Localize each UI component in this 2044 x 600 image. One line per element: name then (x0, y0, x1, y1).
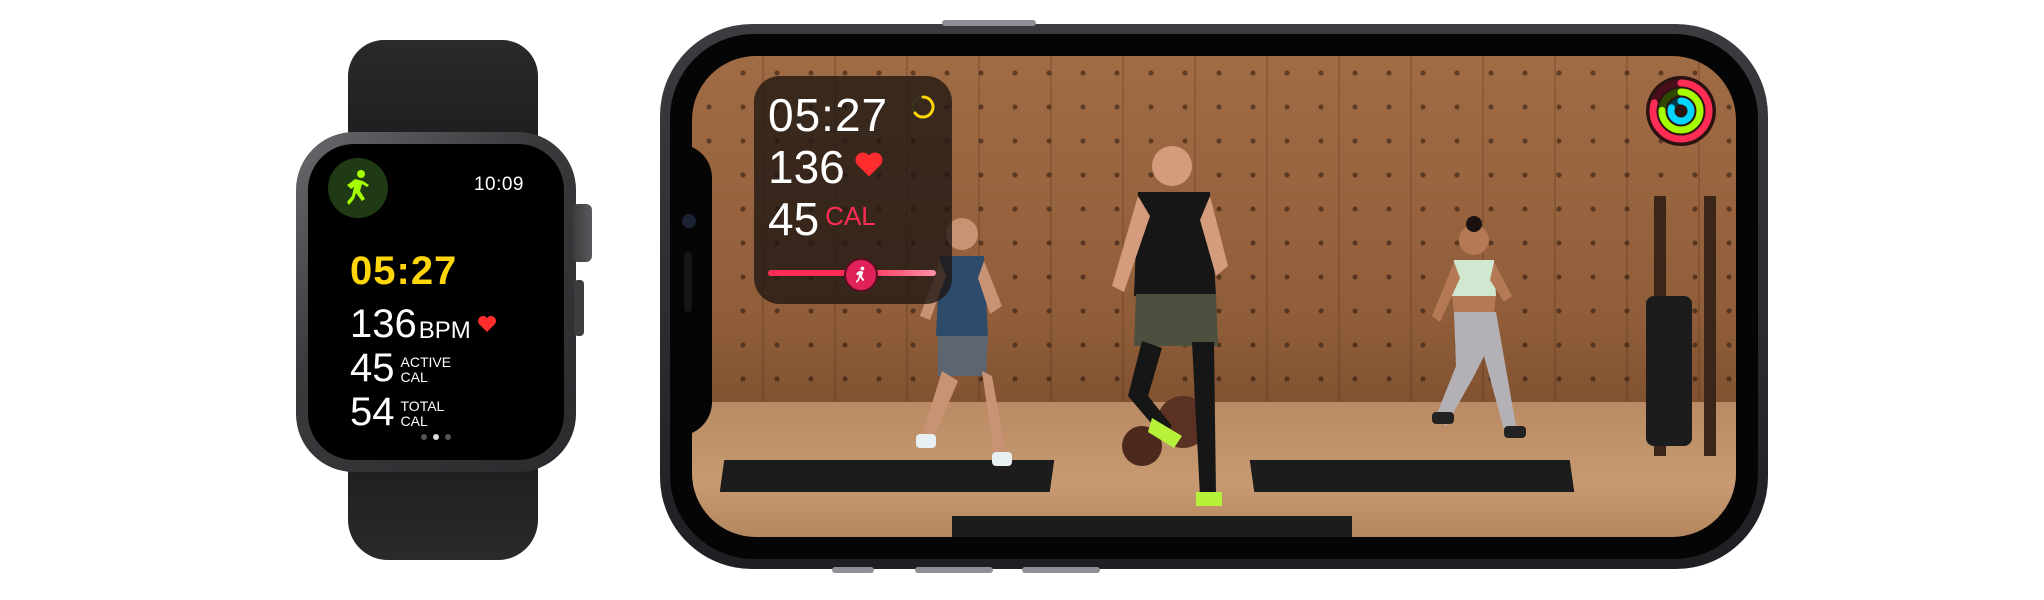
overlay-heart-rate: 136 (768, 141, 845, 193)
workout-metrics-overlay: 05:27 136 45 CAL (754, 76, 952, 304)
total-label-line2: CAL (400, 413, 428, 429)
watch-total-cal-value: 54 (350, 390, 395, 434)
apple-watch: 10:09 05:27 136 BPM 45 ACTIVE CAL 54 TOT… (290, 40, 600, 560)
phone-bezel: 05:27 136 45 CAL (670, 34, 1758, 559)
volume-down-button[interactable] (1022, 567, 1100, 573)
speaker-grille (684, 252, 692, 312)
running-figure-icon[interactable] (328, 158, 388, 218)
trainer-center-figure (1112, 146, 1228, 506)
activity-rings-icon[interactable] (1646, 76, 1716, 146)
watch-total-cal-label: TOTAL CAL (401, 399, 445, 429)
volume-up-button[interactable] (915, 567, 993, 573)
watch-active-cal-value: 45 (350, 346, 395, 390)
digital-crown[interactable] (572, 204, 592, 262)
volume-button[interactable] (942, 20, 1036, 26)
page-dot-1 (421, 434, 427, 440)
watch-heart-rate-unit: BPM (418, 317, 471, 344)
workout-video[interactable]: 05:27 136 45 CAL (692, 56, 1736, 537)
rowing-machine (1646, 296, 1692, 446)
total-label-line1: TOTAL (400, 398, 445, 414)
page-dot-3 (445, 434, 451, 440)
iphone: 05:27 136 45 CAL (660, 20, 1768, 573)
camera-notch (670, 144, 712, 436)
watch-total-cal-row: 54 TOTAL CAL (350, 392, 444, 432)
watch-active-cal-row: 45 ACTIVE CAL (350, 348, 451, 388)
watch-active-cal-label: ACTIVE CAL (401, 355, 452, 385)
exercise-mat-center (952, 516, 1352, 537)
watch-heart-rate-row: 136 BPM (350, 304, 497, 344)
timer-progress-ring-icon (911, 95, 935, 119)
overlay-elapsed-time: 05:27 (768, 89, 889, 141)
overlay-calories-value: 45 (768, 193, 820, 245)
overlay-calories-row: 45 CAL (768, 192, 876, 246)
watch-screen: 10:09 05:27 136 BPM 45 ACTIVE CAL 54 TOT… (308, 144, 564, 460)
side-button[interactable] (574, 280, 584, 336)
watch-elapsed-time: 05:27 (350, 249, 458, 293)
overlay-calories-unit: CAL (825, 201, 876, 231)
burn-bar-indicator-icon (843, 258, 878, 292)
heart-icon (477, 315, 497, 338)
active-label-line2: CAL (400, 369, 428, 385)
rack-post (1704, 196, 1716, 456)
front-camera-icon (682, 214, 696, 228)
watch-clock: 10:09 (473, 174, 524, 195)
mute-switch[interactable] (832, 567, 874, 573)
active-label-line1: ACTIVE (400, 354, 452, 370)
page-indicator[interactable] (308, 434, 564, 440)
watch-heart-rate-value: 136 (350, 302, 417, 346)
page-dot-2 (433, 434, 439, 440)
trainer-right-figure (1432, 216, 1526, 438)
heart-icon (855, 152, 883, 177)
